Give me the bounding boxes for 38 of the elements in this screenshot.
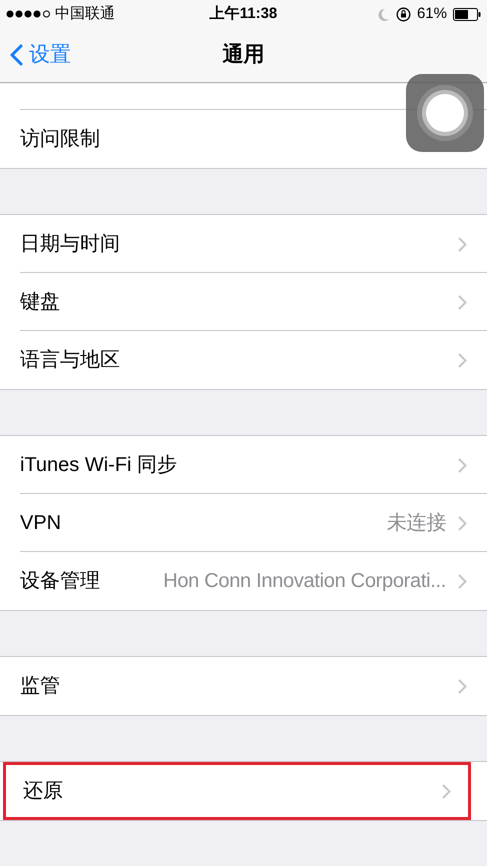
carrier-name: 中国联通 bbox=[55, 4, 115, 24]
row-label: 设备管理 bbox=[20, 569, 100, 594]
chevron-right-icon bbox=[458, 574, 467, 588]
settings-row[interactable]: iTunes Wi-Fi 同步 bbox=[0, 436, 487, 494]
row-label: 日期与时间 bbox=[20, 232, 120, 257]
row-label: iTunes Wi-Fi 同步 bbox=[20, 453, 178, 478]
chevron-left-icon bbox=[10, 44, 23, 66]
rotation-lock-icon bbox=[396, 6, 411, 22]
settings-row[interactable]: 监管 bbox=[0, 657, 487, 715]
chevron-right-icon bbox=[442, 784, 451, 798]
settings-row[interactable]: 日期与时间 bbox=[0, 215, 487, 273]
row-value: 未连接 bbox=[386, 511, 446, 536]
screen-title: 通用 bbox=[222, 42, 264, 68]
chevron-right-icon bbox=[458, 458, 467, 472]
row-label: VPN bbox=[20, 511, 62, 536]
row-label: 键盘 bbox=[20, 290, 60, 315]
row-value: Hon Conn Innovation Corporati... bbox=[163, 569, 446, 594]
chevron-right-icon bbox=[458, 516, 467, 530]
settings-row[interactable]: 语言与地区 bbox=[0, 331, 487, 389]
assistive-touch-button[interactable] bbox=[406, 74, 484, 152]
chevron-right-icon bbox=[458, 678, 467, 694]
settings-row[interactable]: 设备管理 Hon Conn Innovation Corporati... bbox=[0, 552, 487, 610]
back-button[interactable]: 设置 bbox=[10, 28, 71, 82]
chevron-right-icon bbox=[458, 294, 467, 310]
row-label: 还原 bbox=[23, 779, 63, 804]
signal-icon bbox=[6, 10, 52, 18]
battery-percent: 61% bbox=[416, 4, 447, 24]
row-label: 访问限制 bbox=[20, 127, 100, 152]
settings-row[interactable]: 键盘 bbox=[0, 273, 487, 331]
moon-icon bbox=[378, 8, 390, 20]
battery-icon bbox=[452, 8, 481, 20]
clock-time: 上午11:38 bbox=[210, 4, 278, 24]
chevron-right-icon bbox=[458, 352, 467, 368]
settings-row[interactable]: VPN 未连接 bbox=[0, 494, 487, 552]
row-label: 监管 bbox=[20, 674, 60, 699]
row-label: 语言与地区 bbox=[20, 348, 120, 373]
chevron-right-icon bbox=[458, 236, 467, 252]
circle-icon bbox=[416, 84, 474, 142]
